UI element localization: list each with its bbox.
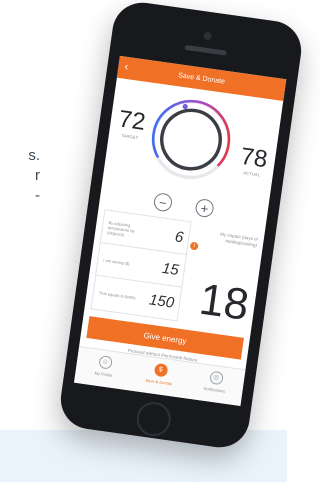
background-text: s. r - — [0, 146, 40, 206]
stats-table: By adjusting temperature by (degrees) 6 … — [90, 209, 192, 322]
impact-area: By adjusting temperature by (degrees) 6 … — [83, 204, 265, 338]
tab-notifications[interactable]: ◎ Notifications — [185, 363, 245, 406]
tab-save-donate[interactable]: $ Save & Donate — [129, 355, 189, 398]
actual-value: 78 — [238, 142, 270, 174]
background-text-line: s. — [28, 147, 40, 164]
impact-block: i My impact (days of heating/cooling) 18 — [189, 228, 259, 330]
stat-value: 6 — [173, 227, 185, 246]
background-text-line: - — [35, 187, 40, 204]
thermostat-dial[interactable] — [142, 91, 239, 188]
app-screen: ‹ Save & Donate 72 TARGET 78 ACTUAL − + … — [74, 55, 287, 407]
stat-label: That equals to (kWh) — [98, 290, 136, 301]
background-text-line: r — [35, 167, 40, 184]
bottom-band — [0, 430, 287, 482]
bell-icon: ◎ — [208, 370, 224, 386]
impact-value: 18 — [196, 274, 252, 330]
stat-value: 150 — [148, 291, 176, 312]
tab-my-profile[interactable]: ☺ My Profile — [74, 347, 134, 390]
stat-label: By adjusting temperature by (degrees) — [106, 219, 136, 237]
dial-handle — [182, 104, 188, 110]
dial-inner-ring — [160, 108, 222, 171]
page-title: Save & Donate — [177, 71, 226, 86]
impact-label: My impact (days of heating/cooling) — [220, 231, 259, 248]
tab-label: My Profile — [94, 370, 113, 378]
target-value: 72 — [116, 105, 148, 136]
plus-icon[interactable]: + — [194, 197, 215, 219]
tab-label: Notifications — [203, 385, 226, 394]
user-icon: ☺ — [97, 354, 113, 370]
camera-icon — [203, 31, 213, 41]
chevron-left-icon[interactable]: ‹ — [124, 61, 129, 73]
minus-icon[interactable]: − — [152, 192, 174, 213]
speaker-grille — [184, 44, 227, 56]
target-temperature: 72 TARGET — [112, 105, 152, 142]
tab-label: Save & Donate — [145, 377, 173, 387]
actual-temperature: 78 ACTUAL — [234, 143, 274, 179]
home-button[interactable] — [134, 399, 173, 439]
stat-label: I am saving ($) — [103, 257, 130, 266]
info-icon[interactable]: i — [189, 241, 199, 251]
stat-value: 15 — [160, 259, 180, 279]
dollar-icon: $ — [153, 362, 168, 378]
